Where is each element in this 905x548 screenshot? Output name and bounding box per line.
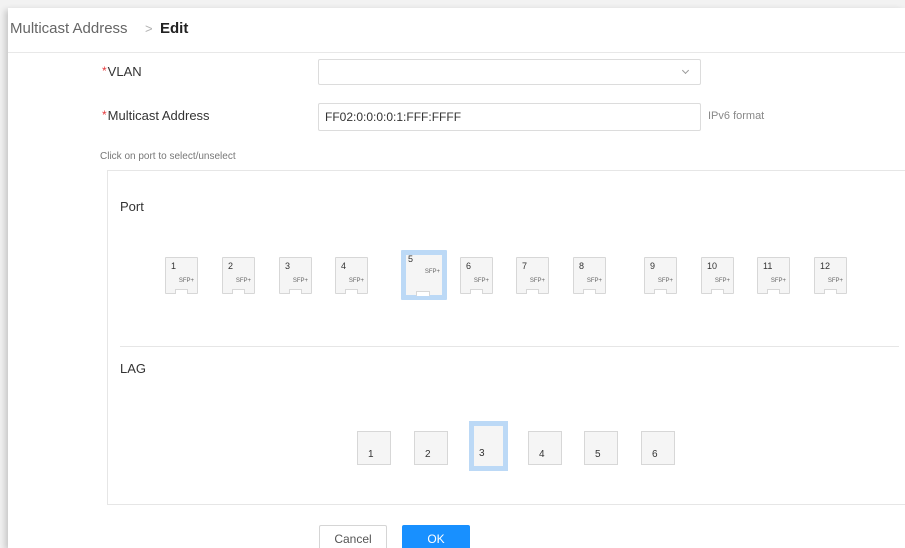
- port-1[interactable]: 1 SFP+: [165, 257, 198, 294]
- lag-number: 3: [479, 448, 485, 459]
- port-number: 3: [285, 261, 291, 271]
- sfp-port-icon: [583, 289, 596, 294]
- breadcrumb-separator-icon: >: [145, 21, 153, 36]
- sfp-port-icon: [416, 291, 430, 296]
- port-number: 2: [228, 261, 234, 271]
- port-number: 7: [522, 261, 528, 271]
- ipv6-format-hint: IPv6 format: [708, 110, 765, 122]
- sfp-port-icon: [654, 289, 667, 294]
- port-selection-tip: Click on port to select/unselect: [100, 151, 236, 162]
- sfp-port-icon: [289, 289, 302, 294]
- lag-number: 5: [595, 449, 601, 460]
- port-type: SFP+: [657, 278, 673, 284]
- port-2[interactable]: 2 SFP+: [222, 257, 255, 294]
- lag-2[interactable]: 2: [414, 431, 448, 465]
- port-11[interactable]: 11 SFP+: [757, 257, 790, 294]
- lag-number: 1: [368, 449, 374, 460]
- port-number: 11: [763, 261, 773, 271]
- port-type: SFP+: [529, 278, 545, 284]
- chevron-down-icon: [681, 66, 690, 75]
- sfp-port-icon: [767, 289, 780, 294]
- required-mark: *: [102, 64, 107, 78]
- lag-section-title: LAG: [120, 361, 147, 376]
- lag-5[interactable]: 5: [584, 431, 618, 465]
- port-type: SFP+: [292, 278, 308, 284]
- port-number: 8: [579, 261, 585, 271]
- lag-1[interactable]: 1: [357, 431, 391, 465]
- port-type: SFP+: [827, 278, 843, 284]
- sfp-port-icon: [470, 289, 483, 294]
- vlan-label-text: VLAN: [107, 64, 142, 79]
- breadcrumb-current: Edit: [160, 20, 189, 37]
- ok-button[interactable]: OK: [402, 525, 470, 548]
- cancel-button[interactable]: Cancel: [319, 525, 387, 548]
- port-type: SFP+: [714, 278, 730, 284]
- lag-number: 4: [539, 449, 545, 460]
- multicast-address-input[interactable]: FF02:0:0:0:0:1:FFF:FFFF: [318, 103, 701, 131]
- sfp-port-icon: [345, 289, 358, 294]
- lag-6[interactable]: 6: [641, 431, 675, 465]
- port-section-title: Port: [120, 199, 144, 214]
- port-10[interactable]: 10 SFP+: [701, 257, 734, 294]
- port-type: SFP+: [473, 278, 489, 284]
- lag-number: 2: [425, 449, 431, 460]
- port-7[interactable]: 7 SFP+: [516, 257, 549, 294]
- port-type: SFP+: [770, 278, 786, 284]
- sfp-port-icon: [232, 289, 245, 294]
- edit-panel: Multicast Address > Edit *VLAN *Multicas…: [8, 8, 905, 548]
- lag-number: 6: [652, 449, 658, 460]
- port-9[interactable]: 9 SFP+: [644, 257, 677, 294]
- port-5[interactable]: 5 SFP+: [401, 250, 447, 300]
- port-type: SFP+: [178, 278, 194, 284]
- multicast-address-label: *Multicast Address: [102, 108, 210, 123]
- port-number: 9: [650, 261, 656, 271]
- port-3[interactable]: 3 SFP+: [279, 257, 312, 294]
- breadcrumb-link-multicast-address[interactable]: Multicast Address: [10, 20, 128, 37]
- sfp-port-icon: [175, 289, 188, 294]
- multicast-address-label-text: Multicast Address: [107, 108, 210, 123]
- lag-3[interactable]: 3: [469, 421, 508, 471]
- sfp-port-icon: [526, 289, 539, 294]
- sfp-port-icon: [711, 289, 724, 294]
- section-divider: [120, 346, 899, 347]
- port-12[interactable]: 12 SFP+: [814, 257, 847, 294]
- port-number: 4: [341, 261, 347, 271]
- port-number: 12: [820, 261, 831, 271]
- port-number: 6: [466, 261, 472, 271]
- lag-4[interactable]: 4: [528, 431, 562, 465]
- breadcrumb: Multicast Address > Edit: [8, 8, 905, 53]
- port-selection-box: Port 1 SFP+ 2 SFP+ 3 SFP+ 4 SFP+ 5 SFP+ …: [107, 170, 905, 505]
- port-8[interactable]: 8 SFP+: [573, 257, 606, 294]
- required-mark: *: [102, 108, 107, 122]
- port-number: 10: [707, 261, 718, 271]
- vlan-select[interactable]: [318, 59, 701, 85]
- sfp-port-icon: [824, 289, 837, 294]
- port-type: SFP+: [235, 278, 251, 284]
- port-number: 1: [171, 261, 177, 271]
- vlan-label: *VLAN: [102, 64, 142, 79]
- port-number: 5: [408, 254, 414, 264]
- port-6[interactable]: 6 SFP+: [460, 257, 493, 294]
- port-type: SFP+: [348, 278, 364, 284]
- port-type: SFP+: [586, 278, 602, 284]
- port-type: SFP+: [424, 269, 440, 275]
- port-4[interactable]: 4 SFP+: [335, 257, 368, 294]
